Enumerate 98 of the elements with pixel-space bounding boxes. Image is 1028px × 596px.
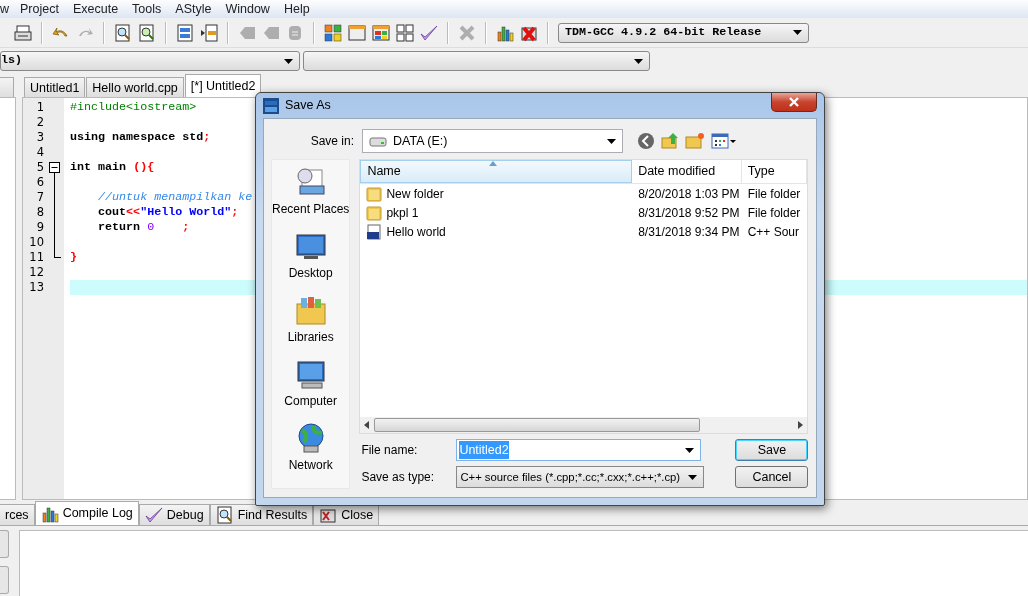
search-icon[interactable] <box>114 23 132 42</box>
place-link[interactable]: Desktop <box>288 264 333 282</box>
file-name-label: File name: <box>360 442 419 459</box>
replace-icon[interactable] <box>138 23 156 42</box>
cancel-button[interactable]: Cancel <box>735 466 809 488</box>
panel-tab[interactable]: Close <box>313 504 380 525</box>
libraries-icon[interactable] <box>293 294 328 326</box>
place-link[interactable]: Network <box>288 456 333 474</box>
close-icon[interactable] <box>788 97 800 107</box>
new-folder-icon[interactable] <box>685 132 705 150</box>
date-cell-text: 8/20/2018 1:03 PM <box>637 185 741 203</box>
save-button[interactable]: Save <box>735 439 809 461</box>
dropdown-arrow-icon[interactable] <box>284 58 293 64</box>
type-cell-text: File folder <box>746 185 802 203</box>
view-menu-icon[interactable] <box>711 132 737 150</box>
menu-item[interactable]: Project <box>13 0 66 19</box>
window-icon[interactable] <box>348 23 366 42</box>
code-line: #include<iostream> <box>70 100 197 114</box>
save-in-dropdown[interactable]: DATA (E:) <box>362 129 623 153</box>
dropdown-arrow-icon[interactable] <box>607 138 616 144</box>
panel-tab[interactable]: rces <box>0 504 35 525</box>
file-name-cell[interactable]: New folder <box>360 184 633 203</box>
tiles-icon[interactable] <box>324 23 342 42</box>
printer-icon[interactable] <box>14 23 32 42</box>
grid-icon[interactable] <box>396 23 414 42</box>
line-number: 9 <box>35 220 45 235</box>
menu-item[interactable]: w <box>0 0 14 19</box>
close-button[interactable] <box>771 93 817 112</box>
compiler-select[interactable]: TDM-GCC 4.9.2 64-bit Release <box>558 22 809 43</box>
bar-chart-icon[interactable] <box>496 23 514 42</box>
search-icon <box>215 506 234 524</box>
source-file-icon <box>366 223 383 240</box>
line-number: 5 <box>35 160 45 175</box>
code-line: } <box>70 250 77 264</box>
horizontal-scrollbar[interactable] <box>360 417 808 433</box>
save-in-label: Save in: <box>309 133 354 150</box>
sort-arrow-icon <box>489 161 498 166</box>
dropdown-arrow-icon[interactable] <box>634 58 643 64</box>
close-icon <box>319 506 338 524</box>
menu-item[interactable]: Help <box>276 0 317 19</box>
back-icon[interactable] <box>637 132 655 150</box>
checkmark-icon <box>144 506 163 524</box>
file-name-cell[interactable]: pkpl 1 <box>360 203 633 222</box>
menu-item[interactable]: AStyle <box>168 0 219 19</box>
checkmark-icon[interactable] <box>420 23 438 42</box>
type-cell-text: C++ Sour <box>746 223 801 241</box>
folder-icon <box>366 204 383 221</box>
panel-tab[interactable]: Debug <box>138 504 210 525</box>
menu-item[interactable]: Window <box>218 0 277 19</box>
place-link[interactable]: Recent Places <box>272 200 350 218</box>
file-name-cell[interactable]: Hello world <box>360 222 633 241</box>
line-number: 6 <box>35 175 45 190</box>
line-number: 4 <box>35 145 45 160</box>
line-number: 8 <box>35 205 45 220</box>
code-line: cout<<"Hello World"; <box>97 205 239 219</box>
save-type-dropdown[interactable]: C++ source files (*.cpp;*.cc;*.cxx;*.c++;*.cp) <box>456 466 705 488</box>
place-link[interactable]: Computer <box>284 392 338 410</box>
dialog-title: Save As <box>285 97 331 115</box>
save-type-label: Save as type: <box>360 469 436 486</box>
app-icon <box>263 97 279 114</box>
folder-icon <box>366 185 383 202</box>
code-line: //untuk menampilkan ke <box>97 190 253 204</box>
dropdown-arrow-icon[interactable] <box>793 30 802 35</box>
window-icon[interactable] <box>372 23 390 42</box>
place-link[interactable]: Libraries <box>287 328 334 346</box>
indent-icon[interactable] <box>176 23 194 42</box>
date-cell-text: 8/31/2018 9:34 PM <box>637 223 741 241</box>
column-header[interactable]: Name <box>360 160 633 183</box>
line-number: 12 <box>28 265 45 280</box>
panel-tab[interactable]: Find Results <box>209 504 314 525</box>
menu-item[interactable]: Execute <box>65 0 126 19</box>
code-line: int main (){ <box>70 160 155 174</box>
line-number: 1 <box>35 100 45 115</box>
menu-item[interactable]: Tools <box>125 0 169 19</box>
line-number: 13 <box>28 280 45 295</box>
line-number: 7 <box>35 190 45 205</box>
line-number: 2 <box>35 115 45 130</box>
class-select[interactable]: ls) <box>0 51 300 71</box>
scrollbar-thumb[interactable] <box>374 418 701 432</box>
dropdown-arrow-icon[interactable] <box>688 474 698 480</box>
dropdown-arrow-icon[interactable] <box>685 447 695 453</box>
line-number: 11 <box>28 250 45 265</box>
type-cell-text: File folder <box>746 204 802 222</box>
unindent-icon[interactable] <box>200 23 218 42</box>
editor-tab[interactable]: Untitled1 <box>24 77 86 97</box>
editor-tab[interactable]: [*] Untitled2 <box>184 74 262 97</box>
column-header[interactable]: Date modified <box>632 160 742 183</box>
bar-chart-icon <box>40 504 59 523</box>
column-header[interactable]: Type <box>741 160 808 183</box>
date-cell-text: 8/31/2018 9:52 PM <box>637 204 741 222</box>
drive-icon <box>369 135 387 147</box>
code-line: using namespace std; <box>70 130 211 144</box>
editor-tab[interactable]: Hello world.cpp <box>86 77 184 97</box>
panel-tab[interactable]: Compile Log <box>34 501 139 525</box>
line-number: 10 <box>28 235 45 250</box>
fold-marker-icon[interactable] <box>49 162 60 173</box>
code-line: return 0 ; <box>97 220 190 234</box>
line-number: 3 <box>35 130 45 145</box>
